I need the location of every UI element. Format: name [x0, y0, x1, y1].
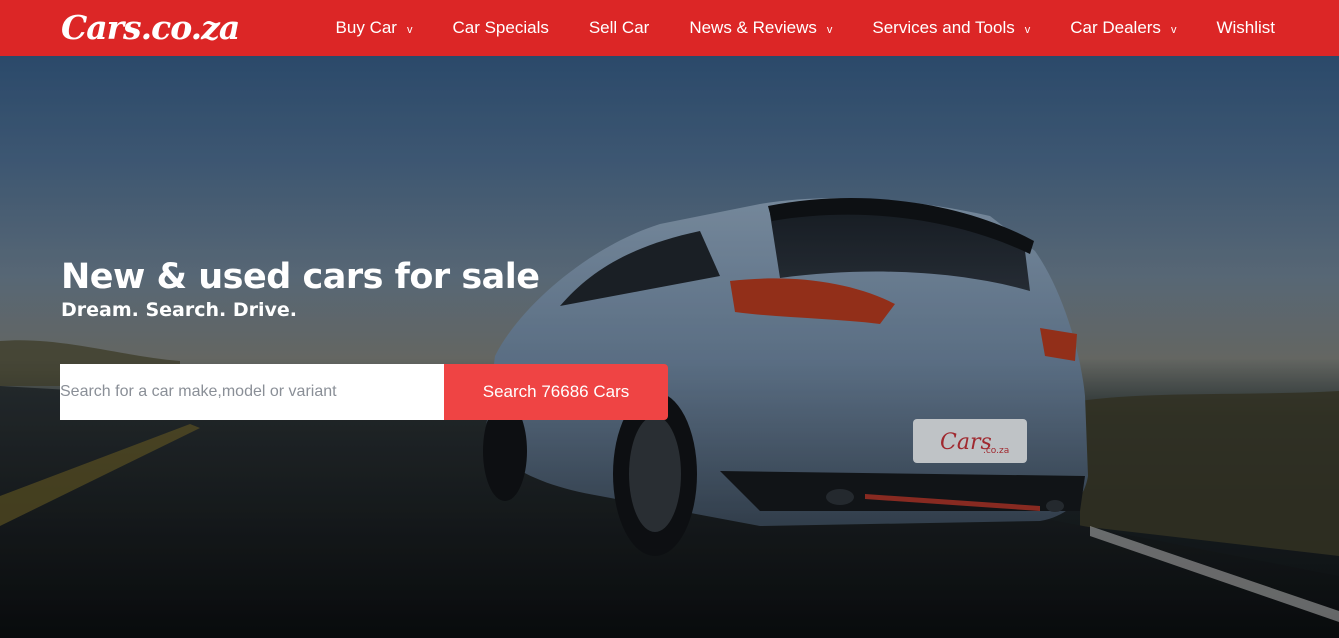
nav-item-wishlist[interactable]: Wishlist [1216, 18, 1275, 38]
nav-item-label: Wishlist [1216, 18, 1275, 37]
chevron-down-icon: v [1170, 24, 1177, 36]
chevron-down-icon: v [826, 24, 833, 36]
main-nav: Buy Car v Car Specials Sell Car News & R… [296, 0, 1275, 56]
nav-item-car-specials[interactable]: Car Specials [452, 18, 548, 38]
search-cars-button[interactable]: Search 76686 Cars [444, 364, 668, 420]
nav-item-car-dealers[interactable]: Car Dealers v [1070, 18, 1176, 38]
nav-item-news-reviews[interactable]: News & Reviews v [689, 18, 832, 38]
nav-item-label: Car Specials [452, 18, 549, 37]
nav-item-label: News & Reviews [689, 18, 817, 37]
nav-item-label: Sell Car [588, 18, 650, 37]
nav-item-label: Buy Car [335, 18, 397, 37]
site-logo[interactable]: Cars.co.za [61, 8, 240, 48]
hero-banner: Cars .co.za New & used cars for sale Dre… [0, 56, 1339, 638]
nav-item-sell-car[interactable]: Sell Car [589, 18, 649, 38]
nav-item-buy-car[interactable]: Buy Car v [336, 18, 413, 38]
hero-headline: New & used cars for sale [61, 257, 540, 297]
car-search-bar: Search 76686 Cars [60, 364, 668, 420]
hero-overlay [0, 56, 1339, 638]
chevron-down-icon: v [1024, 24, 1031, 36]
hero-tagline: Dream. Search. Drive. [61, 299, 298, 321]
search-input[interactable] [60, 364, 444, 420]
nav-item-services-tools[interactable]: Services and Tools v [872, 18, 1030, 38]
nav-item-label: Car Dealers [1070, 18, 1161, 37]
nav-item-label: Services and Tools [872, 18, 1015, 37]
chevron-down-icon: v [406, 24, 413, 36]
top-navigation-bar: Cars.co.za Buy Car v Car Specials Sell C… [0, 0, 1339, 56]
